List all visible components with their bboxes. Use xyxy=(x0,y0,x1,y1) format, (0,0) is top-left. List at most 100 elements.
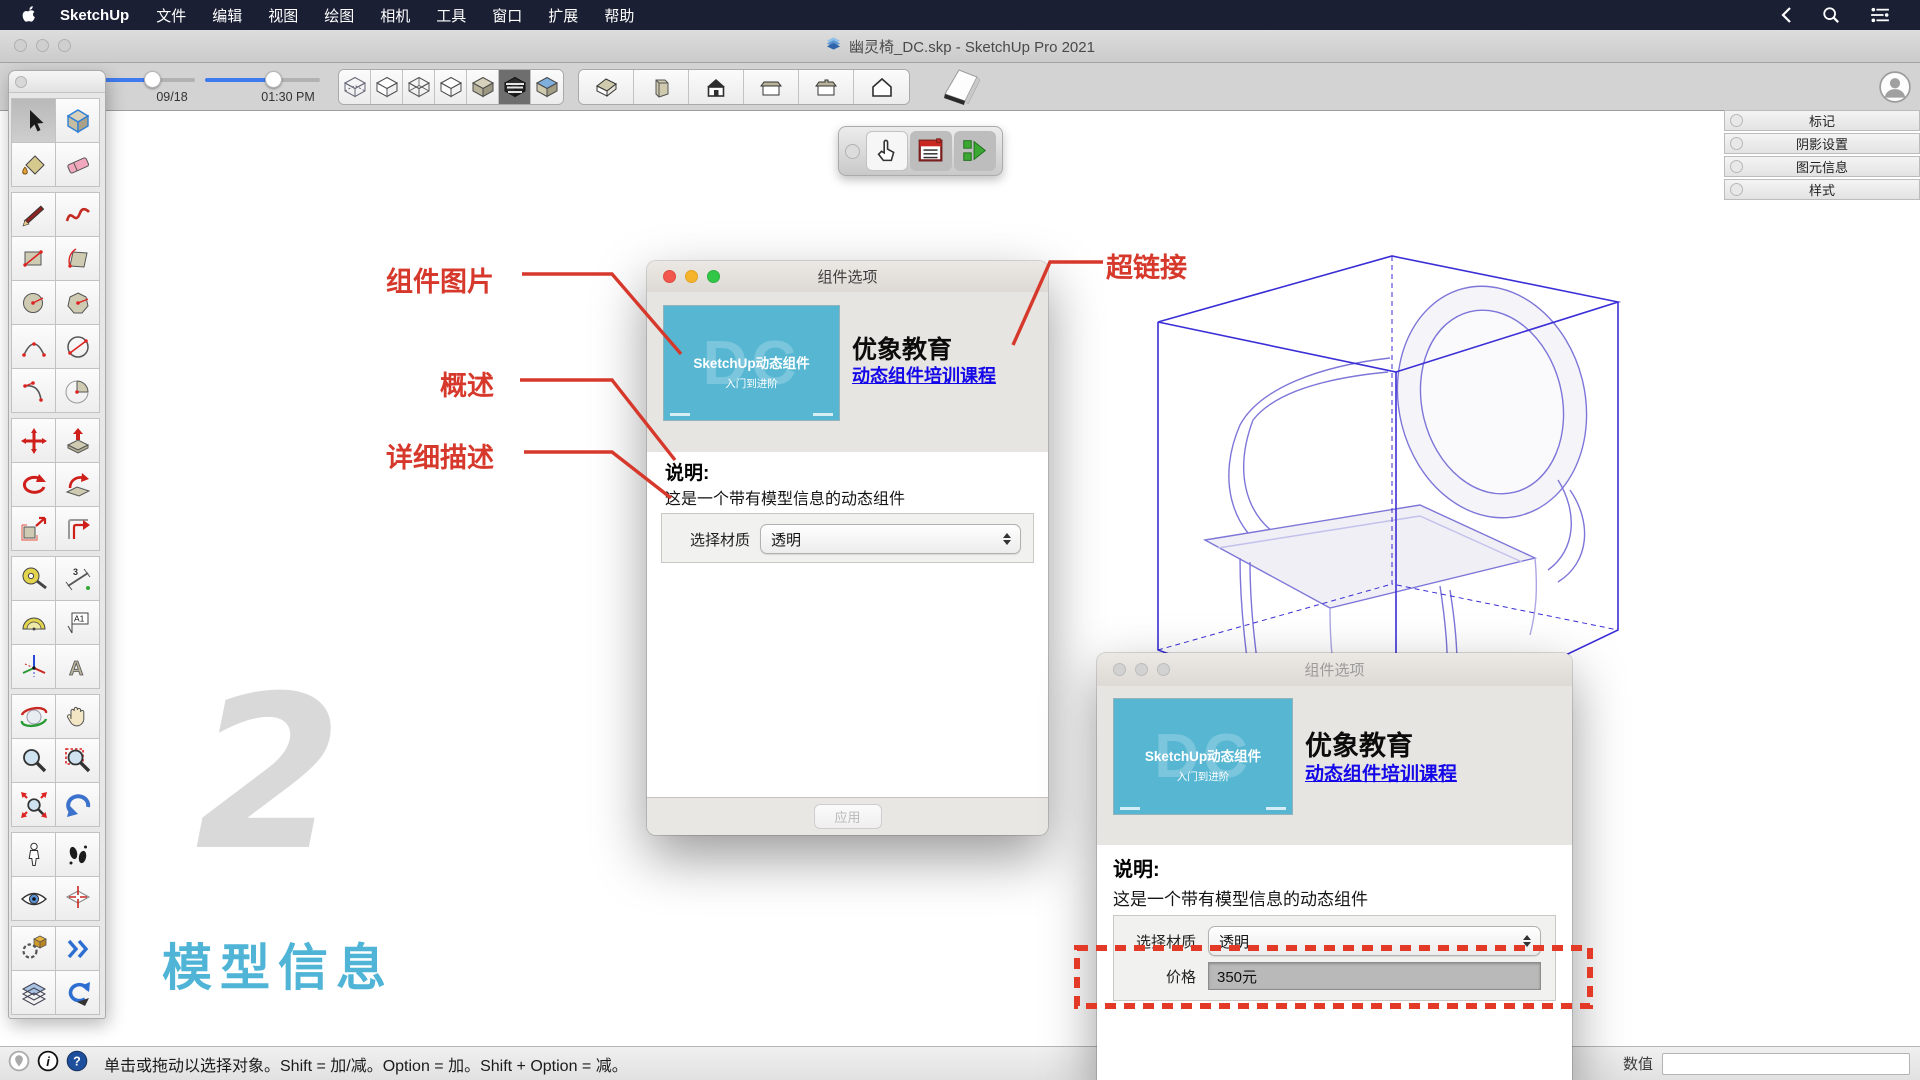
protractor-tool[interactable] xyxy=(11,600,56,645)
make-component-tool[interactable] xyxy=(55,98,100,143)
select-tool[interactable] xyxy=(11,98,56,143)
minimize-icon[interactable] xyxy=(1135,663,1148,676)
close-icon[interactable] xyxy=(663,270,676,283)
component-options-button[interactable] xyxy=(910,131,952,171)
menu-item-文件[interactable]: 文件 xyxy=(143,5,199,26)
push-pull-tool[interactable] xyxy=(55,418,100,463)
eraser-tool[interactable] xyxy=(55,142,100,187)
tray-panel-阴影设置[interactable]: 阴影设置 xyxy=(1724,133,1920,154)
dialog-title-bar[interactable]: 组件选项 xyxy=(1097,653,1572,687)
maximize-icon[interactable] xyxy=(1157,663,1170,676)
tray-toggle-icon[interactable] xyxy=(1730,183,1743,196)
chevron-left-icon[interactable] xyxy=(1780,6,1792,24)
hyperlink[interactable]: 动态组件培训课程 xyxy=(1305,759,1457,786)
search-icon[interactable] xyxy=(1822,6,1840,24)
menu-item-扩展[interactable]: 扩展 xyxy=(535,5,591,26)
white-box-icon[interactable] xyxy=(935,64,987,113)
3d-text-tool[interactable]: A xyxy=(55,644,100,689)
rotated-rectangle-tool[interactable] xyxy=(55,236,100,281)
apply-button[interactable]: 应用 xyxy=(814,804,882,829)
back-edges-cube-icon[interactable] xyxy=(371,70,403,104)
account-avatar-icon[interactable] xyxy=(1878,70,1912,109)
extension-b-tool[interactable] xyxy=(55,926,100,971)
tape-measure-tool[interactable] xyxy=(11,556,56,601)
zoom-window-tool[interactable] xyxy=(55,738,100,783)
orbit-tool[interactable] xyxy=(11,694,56,739)
palette-close-button[interactable] xyxy=(15,76,27,88)
rectangle-tool[interactable] xyxy=(11,236,56,281)
line-tool[interactable] xyxy=(11,192,56,237)
material-select[interactable]: 透明 xyxy=(760,524,1021,554)
position-camera-tool[interactable] xyxy=(11,832,56,877)
extension-d-tool[interactable] xyxy=(55,970,100,1015)
side-house-view-icon[interactable] xyxy=(799,70,854,104)
polygon-tool[interactable] xyxy=(55,280,100,325)
price-field[interactable]: 350元 xyxy=(1208,962,1541,990)
offset-tool[interactable] xyxy=(55,506,100,551)
house-outline-view-icon[interactable] xyxy=(854,70,909,104)
tray-panel-样式[interactable]: 样式 xyxy=(1724,179,1920,200)
component-attributes-button[interactable] xyxy=(954,131,996,171)
close-icon[interactable] xyxy=(1113,663,1126,676)
menu-item-视图[interactable]: 视图 xyxy=(255,5,311,26)
follow-me-tool[interactable] xyxy=(55,462,100,507)
shadow-date-slider[interactable] xyxy=(100,78,195,82)
menu-item-编辑[interactable]: 编辑 xyxy=(199,5,255,26)
apple-icon[interactable] xyxy=(20,6,36,24)
front-house-view-icon[interactable] xyxy=(689,70,744,104)
tray-toggle-icon[interactable] xyxy=(1730,160,1743,173)
tray-panel-标记[interactable]: 标记 xyxy=(1724,110,1920,131)
scale-tool[interactable] xyxy=(11,506,56,551)
maximize-icon[interactable] xyxy=(707,270,720,283)
dimensions-tool[interactable]: 3 xyxy=(55,556,100,601)
menu-item-帮助[interactable]: 帮助 xyxy=(591,5,647,26)
zoom-tool[interactable] xyxy=(11,738,56,783)
info-icon[interactable]: i xyxy=(37,1050,59,1077)
iso-view-icon[interactable] xyxy=(579,70,634,104)
menu-app-name[interactable]: SketchUp xyxy=(46,7,143,24)
hidden-line-cube-icon[interactable] xyxy=(435,70,467,104)
section-plane-tool[interactable] xyxy=(55,876,100,921)
freehand-tool[interactable] xyxy=(55,192,100,237)
minimize-icon[interactable] xyxy=(685,270,698,283)
menu-item-工具[interactable]: 工具 xyxy=(423,5,479,26)
rotate-tool[interactable] xyxy=(11,462,56,507)
axes-tool[interactable] xyxy=(11,644,56,689)
pie-tool[interactable] xyxy=(55,368,100,413)
zoom-extents-tool[interactable] xyxy=(11,782,56,827)
menu-item-相机[interactable]: 相机 xyxy=(367,5,423,26)
menu-item-窗口[interactable]: 窗口 xyxy=(479,5,535,26)
two-point-arc-tool[interactable] xyxy=(55,324,100,369)
text-tool[interactable]: A1 xyxy=(55,600,100,645)
paint-bucket-tool[interactable] xyxy=(11,142,56,187)
move-tool[interactable] xyxy=(11,418,56,463)
geolocation-icon[interactable] xyxy=(8,1050,30,1077)
xray-cube-icon[interactable] xyxy=(339,70,371,104)
menu-list-icon[interactable] xyxy=(1870,7,1890,23)
toolbar-drag-handle[interactable] xyxy=(845,144,860,159)
extension-a-tool[interactable] xyxy=(11,926,56,971)
tray-panel-图元信息[interactable]: 图元信息 xyxy=(1724,156,1920,177)
shadow-time-slider[interactable] xyxy=(205,78,320,82)
look-around-tool[interactable] xyxy=(11,876,56,921)
previous-view-tool[interactable] xyxy=(55,782,100,827)
left-box-view-icon[interactable] xyxy=(634,70,689,104)
menu-item-绘图[interactable]: 绘图 xyxy=(311,5,367,26)
walk-tool[interactable] xyxy=(55,832,100,877)
help-icon[interactable]: ? xyxy=(66,1050,88,1077)
material-select[interactable]: 透明 xyxy=(1208,926,1541,956)
extension-c-tool[interactable] xyxy=(11,970,56,1015)
pan-tool[interactable] xyxy=(55,694,100,739)
monochrome-cube-icon[interactable] xyxy=(531,70,563,104)
wireframe-cube-icon[interactable] xyxy=(403,70,435,104)
dialog-title-bar[interactable]: 组件选项 xyxy=(647,261,1048,293)
tray-toggle-icon[interactable] xyxy=(1730,137,1743,150)
back-house-view-icon[interactable] xyxy=(744,70,799,104)
circle-tool[interactable] xyxy=(11,280,56,325)
shaded-cube-icon[interactable] xyxy=(467,70,499,104)
shaded-textures-cube-icon[interactable] xyxy=(499,70,531,104)
tray-toggle-icon[interactable] xyxy=(1730,114,1743,127)
interact-button[interactable] xyxy=(866,131,908,171)
palette-title-bar[interactable] xyxy=(9,71,105,93)
measurement-input[interactable] xyxy=(1662,1053,1910,1075)
